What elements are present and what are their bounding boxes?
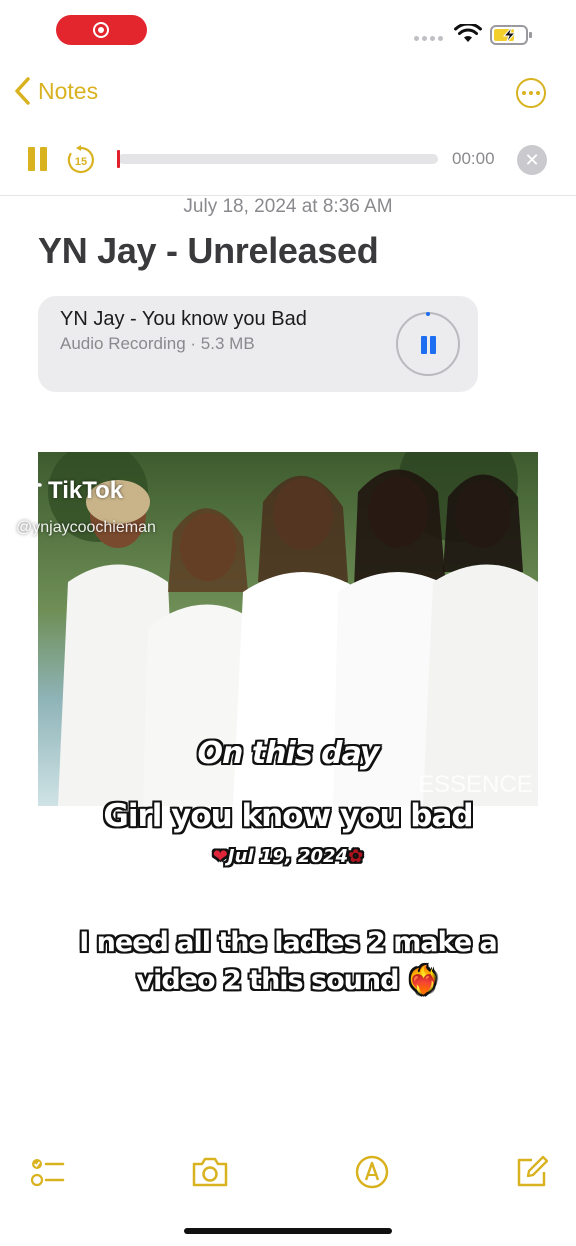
elapsed-time: 00:00 [452,149,495,168]
markup-button[interactable] [352,1152,392,1192]
progress-ring-indicator [426,312,430,316]
close-icon: ✕ [524,149,540,170]
checklist-button[interactable] [28,1152,68,1192]
wifi-icon [454,24,482,42]
caption-on-this-day: On this day [197,736,380,771]
tiktok-username: @ynjaycoochieman [16,519,156,536]
home-indicator[interactable] [184,1228,392,1234]
caption-date: ❤Jul 19, 2024✿ [0,846,576,867]
photo-brand-mark: ESSENCE [418,771,533,798]
close-player-button[interactable]: ✕ [517,145,547,175]
ellipsis-circle-icon [522,91,526,95]
note-date: July 18, 2024 at 8:36 AM [183,196,393,217]
caption-date-text: Jul 19, 2024 [227,846,349,867]
markup-icon [355,1155,389,1189]
playback-scrubber[interactable] [118,154,438,164]
camera-icon [192,1157,228,1187]
compose-icon [517,1155,549,1187]
tiktok-watermark: TikTok [18,476,123,506]
caption-call-to-action: I need all the ladies 2 make a video 2 t… [79,927,498,996]
pause-button[interactable] [27,147,49,173]
record-icon [93,22,109,38]
checklist-icon [30,1159,65,1187]
tiktok-logo-text: TikTok [48,477,124,504]
attachment-title: YN Jay - You know you Bad [60,308,307,330]
note-title[interactable]: YN Jay - Unreleased [38,230,379,272]
skip-15-label: 15 [75,156,87,168]
attachment-subtitle: Audio Recording · 5.3 MB [60,334,255,353]
compose-button[interactable] [512,1152,552,1192]
back-button[interactable]: Notes [14,76,98,106]
back-label: Notes [38,77,99,104]
camera-button[interactable] [190,1152,230,1192]
playhead[interactable] [117,150,120,168]
chevron-left-icon [15,77,30,105]
rose-emoji-icon: ✿ [348,846,364,867]
more-options-button[interactable] [516,78,546,108]
tiktok-icon [19,476,42,503]
cellular-signal-icon [414,36,443,41]
skip-back-15-button[interactable]: 15 [66,145,96,175]
caption-song-line: Girl you know you bad [103,798,473,834]
battery-charging-icon [490,25,532,45]
heart-emoji-icon: ❤ [212,846,228,867]
attachment-pause-button[interactable] [396,312,460,376]
